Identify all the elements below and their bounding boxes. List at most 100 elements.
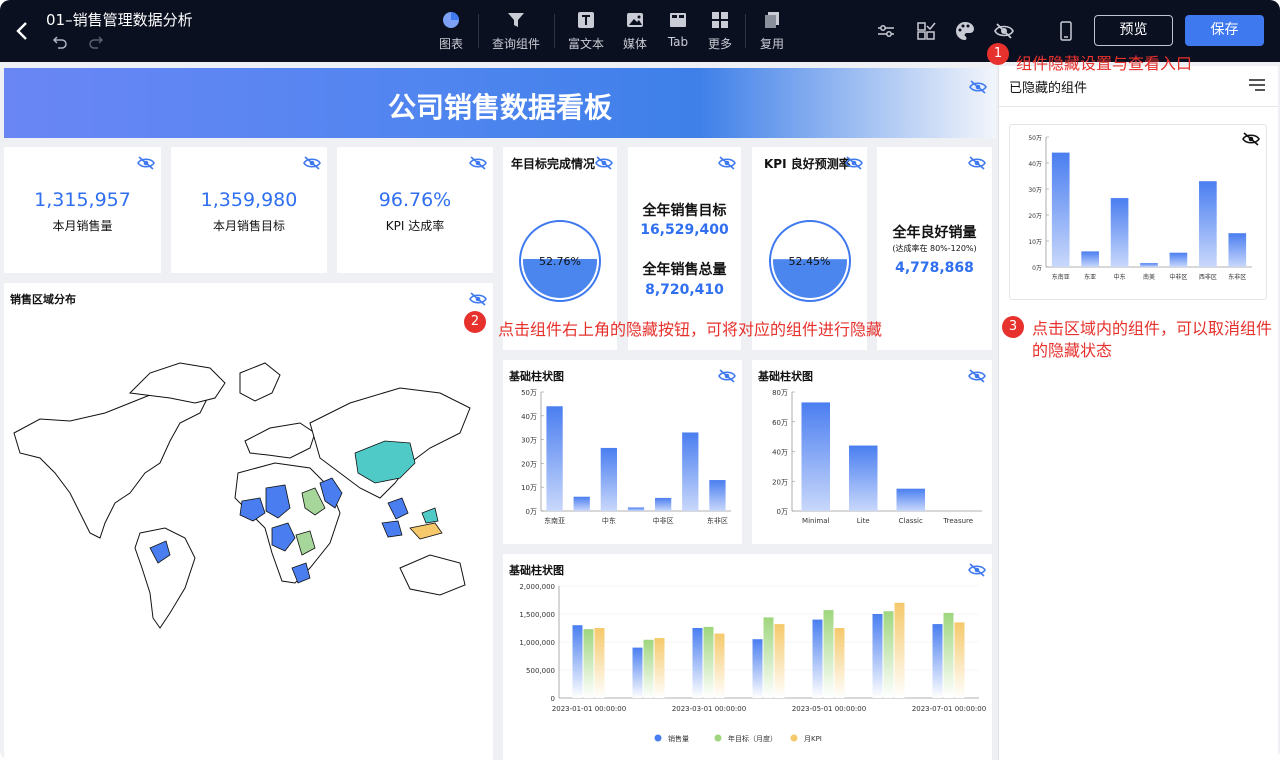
eye-off-icon[interactable] bbox=[969, 80, 987, 94]
kpi-label: KPI 达成率 bbox=[385, 219, 445, 233]
bar bbox=[643, 639, 654, 698]
x-tick-label: 2023-03-01 00:00:00 bbox=[672, 705, 746, 713]
kpi-card[interactable]: 96.76% KPI 达成率 bbox=[337, 147, 493, 273]
preview-button[interactable]: 预览 bbox=[1094, 15, 1173, 46]
eye-off-icon[interactable] bbox=[718, 156, 736, 170]
gauge-value: 52.76% bbox=[539, 255, 581, 268]
total-value: 8,720,410 bbox=[645, 282, 724, 298]
eye-off-icon[interactable] bbox=[469, 292, 487, 306]
world-map[interactable] bbox=[10, 323, 480, 643]
y-tick-label: 30万 bbox=[521, 437, 537, 445]
bar-chart-card[interactable]: 基础柱状图 0万 10万 20万 30万 40万 50万 东南亚 中东 中非区 东非区 bbox=[503, 360, 742, 544]
bar bbox=[801, 402, 830, 511]
x-tick-label: 东南亚 bbox=[1052, 273, 1070, 281]
divider bbox=[478, 14, 479, 48]
good-sales-card[interactable]: 全年良好销量 (达成率在 80%-120%) 4,778,868 bbox=[877, 147, 992, 350]
x-tick-label: 2023-01-01 00:00:00 bbox=[552, 705, 626, 713]
eye-off-icon[interactable] bbox=[993, 20, 1015, 42]
text-icon bbox=[578, 12, 594, 28]
x-tick-label: 中非区 bbox=[1169, 273, 1187, 281]
tool-more[interactable]: 更多 bbox=[706, 10, 734, 52]
layout-icon[interactable] bbox=[915, 20, 937, 42]
undo-icon[interactable] bbox=[52, 34, 68, 50]
eye-off-icon[interactable] bbox=[595, 156, 613, 170]
y-tick-label: 40万 bbox=[521, 413, 537, 421]
tool-query-label: 查询组件 bbox=[491, 37, 540, 51]
dashboard-banner[interactable]: 公司销售数据看板 bbox=[4, 68, 996, 138]
kpi-label: 本月销售量 bbox=[52, 219, 113, 233]
tool-query[interactable]: 查询组件 bbox=[489, 10, 543, 52]
pie-chart-icon bbox=[443, 12, 459, 28]
settings-sliders-icon[interactable] bbox=[875, 20, 897, 42]
legend-marker bbox=[714, 734, 722, 742]
y-tick-label: 0万 bbox=[1032, 265, 1042, 272]
x-tick-label: 东非区 bbox=[707, 516, 728, 525]
grouped-bar-chart: 0 500,000 1,000,000 1,500,000 2,000,000 2023-… bbox=[519, 583, 986, 743]
x-tick-label: 东亚 bbox=[1084, 273, 1096, 281]
grouped-bar-chart-card[interactable]: 基础柱状图 0 500,000 1,000,000 1,500,000 2,000,00… bbox=[503, 554, 992, 760]
bar bbox=[1169, 252, 1188, 267]
eye-off-icon[interactable] bbox=[968, 563, 986, 577]
bar bbox=[883, 611, 894, 698]
gauge-value: 52.45% bbox=[788, 255, 831, 268]
y-tick-label: 1,000,000 bbox=[519, 639, 555, 647]
bar bbox=[894, 602, 905, 698]
eye-off-icon[interactable] bbox=[469, 156, 487, 170]
bar bbox=[1228, 233, 1247, 267]
x-tick-label: Classic bbox=[899, 517, 923, 525]
eye-off-icon[interactable] bbox=[718, 369, 736, 383]
bar bbox=[573, 496, 590, 511]
hidden-components-panel: 已隐藏的组件 0万 10万 20万 30万 40万 50万 东南亚 东亚 中东 南美 中非区 西非区 东… bbox=[998, 66, 1279, 760]
hidden-component-card[interactable]: 0万 10万 20万 30万 40万 50万 东南亚 东亚 中东 南美 中非区 西非区 东非区 bbox=[1009, 124, 1267, 300]
tool-media[interactable]: 媒体 bbox=[620, 10, 650, 52]
tool-reuse[interactable]: 复用 bbox=[758, 10, 786, 52]
annotation-text: 点击区域内的组件，可以取消组件的隐藏状态 bbox=[1032, 319, 1273, 360]
annotation-badge: 1 bbox=[987, 43, 1009, 65]
tool-richtext[interactable]: 富文本 bbox=[566, 10, 606, 52]
annotation-text: 点击组件右上角的隐藏按钮，可将对应的组件进行隐藏 bbox=[498, 320, 883, 339]
bar bbox=[583, 629, 594, 698]
annotation-badge: 3 bbox=[1002, 316, 1024, 338]
total-label: 全年销售总量 bbox=[642, 262, 727, 278]
x-tick-label: 西非区 bbox=[1199, 273, 1217, 281]
eye-off-icon[interactable] bbox=[968, 156, 986, 170]
map-card[interactable]: 销售区域分布 bbox=[4, 283, 493, 760]
image-icon bbox=[627, 13, 643, 27]
y-tick-label: 20万 bbox=[1028, 213, 1042, 220]
y-tick-label: 500,000 bbox=[526, 667, 555, 675]
kpi-value: 1,315,957 bbox=[34, 189, 131, 211]
save-button[interactable]: 保存 bbox=[1185, 15, 1264, 46]
mobile-icon[interactable] bbox=[1055, 20, 1077, 42]
eye-off-icon[interactable] bbox=[845, 156, 863, 170]
bar bbox=[572, 625, 583, 698]
kpi-card[interactable]: 1,315,957 本月销售量 bbox=[4, 147, 161, 273]
palette-icon[interactable] bbox=[954, 20, 976, 42]
y-tick-label: 50万 bbox=[521, 389, 537, 397]
bar bbox=[1081, 251, 1099, 267]
tool-chart-label: 图表 bbox=[438, 37, 463, 51]
bar bbox=[546, 406, 563, 511]
redo-icon[interactable] bbox=[88, 34, 104, 50]
eye-off-icon[interactable] bbox=[303, 156, 321, 170]
y-tick-label: 60万 bbox=[772, 419, 788, 427]
eye-off-icon[interactable] bbox=[968, 369, 986, 383]
bar-chart: 0万 10万 20万 30万 40万 50万东南亚 中东 中非区 东非区 bbox=[521, 389, 731, 525]
kpi-value: 96.76% bbox=[378, 189, 452, 211]
legend-marker bbox=[790, 734, 798, 742]
list-menu-icon[interactable] bbox=[1249, 78, 1265, 92]
x-tick-label: 中东 bbox=[602, 516, 616, 525]
bar bbox=[594, 628, 605, 698]
bar-chart-card[interactable]: 基础柱状图 0万 20万 40万 60万 80万 Minimal Lite Classic Tr… bbox=[752, 360, 992, 544]
eye-off-icon[interactable] bbox=[137, 156, 155, 170]
bar bbox=[954, 622, 965, 698]
kpi-value: 1,359,980 bbox=[200, 189, 298, 211]
back-icon[interactable] bbox=[12, 18, 34, 44]
x-tick-label: 东南亚 bbox=[544, 516, 565, 525]
bar bbox=[703, 626, 714, 698]
kpi-card[interactable]: 1,359,980 本月销售目标 bbox=[171, 147, 327, 273]
tool-chart[interactable]: 图表 bbox=[436, 10, 466, 52]
y-tick-label: 10万 bbox=[1028, 239, 1042, 246]
app-frame: 01–销售管理数据分析 图表 查询组件 富文本 媒体 Tab 更多 复用 预览 … bbox=[0, 0, 1280, 760]
tool-tab[interactable]: Tab bbox=[664, 10, 692, 49]
bar bbox=[1110, 198, 1129, 267]
